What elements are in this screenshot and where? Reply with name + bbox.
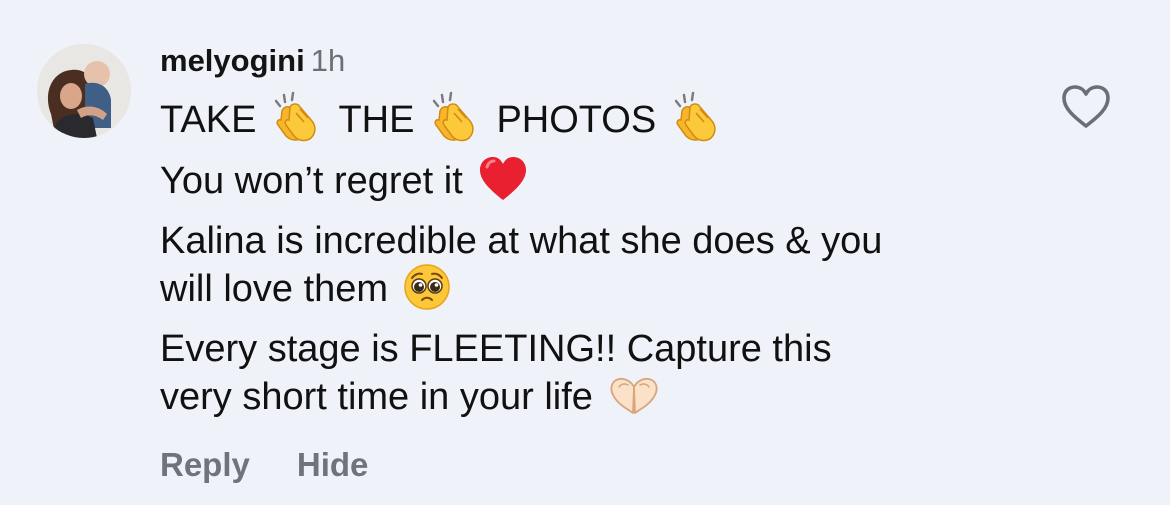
comment-header: melyogini 1h: [160, 38, 1040, 84]
username[interactable]: melyogini: [160, 43, 305, 78]
comment-body: melyogini 1h TAKE THE PHOTOS You won’t r…: [160, 38, 1040, 421]
clapping-hands-icon: [670, 91, 724, 145]
avatar-photo: [37, 44, 131, 138]
comment-text: Kalina is incredible at what she does & …: [160, 219, 883, 262]
comment-line: Kalina is incredible at what she does & …: [160, 217, 1040, 265]
like-heart-icon[interactable]: [1060, 84, 1112, 130]
comment-text: will love them: [160, 267, 389, 310]
red-heart-icon: [477, 155, 529, 203]
comment-word: TAKE: [160, 99, 257, 141]
pleading-face-icon: [402, 262, 452, 312]
comment-line: Every stage is FLEETING!! Capture this: [160, 325, 1040, 373]
clapping-hands-icon: [428, 91, 482, 145]
comment-word: PHOTOS: [496, 99, 657, 141]
comment-line: will love them: [160, 262, 1040, 313]
comment-text: very short time in your life: [160, 375, 593, 418]
clapping-hands-icon: [270, 91, 324, 145]
hide-button[interactable]: Hide: [297, 446, 369, 483]
comment-line: very short time in your life: [160, 373, 1040, 421]
comment-text: Every stage is FLEETING!! Capture this: [160, 327, 832, 370]
comment-text: You won’t regret it: [160, 159, 463, 202]
comment: melyogini 1h TAKE THE PHOTOS You won’t r…: [0, 0, 1170, 505]
avatar[interactable]: [37, 44, 131, 138]
timestamp: 1h: [310, 43, 346, 78]
comment-line: TAKE THE PHOTOS: [160, 91, 1040, 145]
comment-actions: Reply Hide: [160, 443, 368, 487]
comment-line: You won’t regret it: [160, 155, 1040, 205]
reply-button[interactable]: Reply: [160, 446, 250, 483]
comment-word: THE: [338, 99, 415, 141]
heart-hands-icon: [607, 373, 661, 417]
